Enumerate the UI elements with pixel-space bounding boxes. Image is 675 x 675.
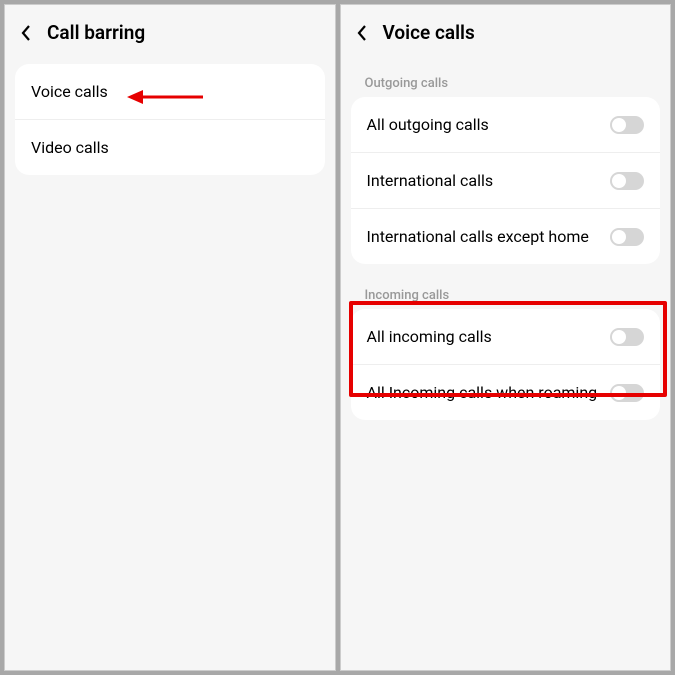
header: Call barring xyxy=(5,5,335,58)
list-item-label: All Incoming calls when roaming xyxy=(367,383,611,402)
list-item-video-calls[interactable]: Video calls xyxy=(15,120,325,175)
options-card: Voice calls Video calls xyxy=(15,64,325,175)
screen-voice-calls: Voice calls Outgoing calls All outgoing … xyxy=(340,4,672,671)
page-title: Voice calls xyxy=(383,21,475,44)
toggle[interactable] xyxy=(610,328,644,346)
section-label-outgoing: Outgoing calls xyxy=(341,58,671,97)
list-item-label: International calls xyxy=(367,171,611,190)
list-item-all-outgoing[interactable]: All outgoing calls xyxy=(351,97,661,153)
list-item-label: International calls except home xyxy=(367,227,611,246)
incoming-card: All incoming calls All Incoming calls wh… xyxy=(351,309,661,420)
toggle[interactable] xyxy=(610,384,644,402)
outgoing-card: All outgoing calls International calls I… xyxy=(351,97,661,264)
list-item-label: Voice calls xyxy=(31,82,309,101)
toggle[interactable] xyxy=(610,228,644,246)
list-item-label: Video calls xyxy=(31,138,309,157)
toggle[interactable] xyxy=(610,116,644,134)
screen-call-barring: Call barring Voice calls Video calls xyxy=(4,4,336,671)
header: Voice calls xyxy=(341,5,671,58)
toggle[interactable] xyxy=(610,172,644,190)
list-item-international[interactable]: International calls xyxy=(351,153,661,209)
back-icon[interactable] xyxy=(19,26,33,40)
list-item-label: All incoming calls xyxy=(367,327,611,346)
back-icon[interactable] xyxy=(355,26,369,40)
list-item-voice-calls[interactable]: Voice calls xyxy=(15,64,325,120)
list-item-international-except-home[interactable]: International calls except home xyxy=(351,209,661,264)
section-label-incoming: Incoming calls xyxy=(341,270,671,309)
list-item-label: All outgoing calls xyxy=(367,115,611,134)
list-item-all-incoming[interactable]: All incoming calls xyxy=(351,309,661,365)
list-item-incoming-roaming[interactable]: All Incoming calls when roaming xyxy=(351,365,661,420)
page-title: Call barring xyxy=(47,21,145,44)
